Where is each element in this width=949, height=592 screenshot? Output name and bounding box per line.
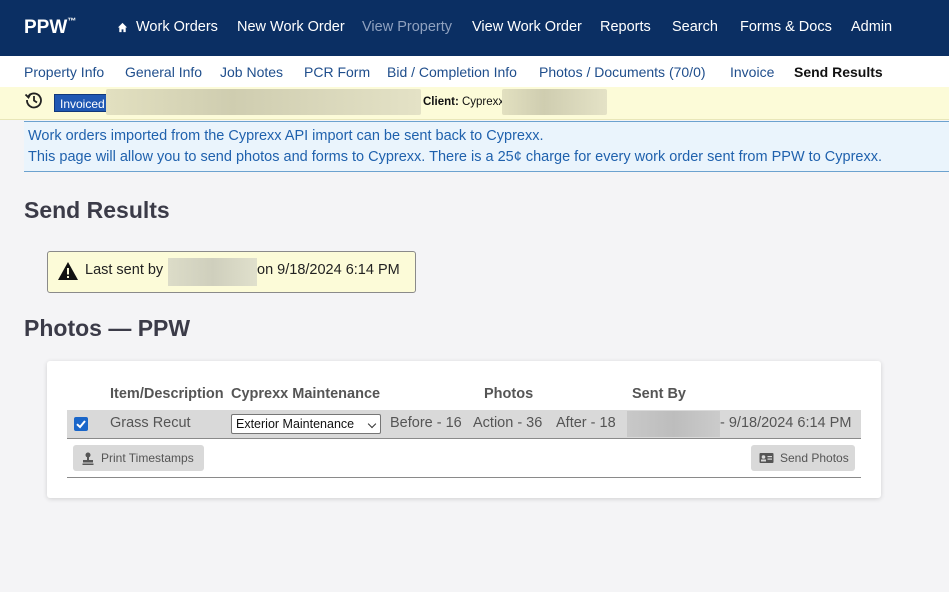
tab-send-results[interactable]: Send Results: [794, 64, 883, 80]
header-photos: Photos: [484, 386, 534, 402]
tab-job-notes[interactable]: Job Notes: [220, 64, 283, 80]
client-label: Client:: [423, 96, 459, 108]
info-line-2: This page will allow you to send photos …: [28, 149, 882, 165]
client-info: Client: Cyprexx: [423, 96, 504, 108]
tab-bid-completion-info[interactable]: Bid / Completion Info: [387, 64, 517, 80]
send-photos-label: Send Photos: [780, 451, 849, 465]
tab-property-info[interactable]: Property Info: [24, 64, 104, 80]
history-icon[interactable]: [24, 90, 44, 110]
tab-invoice[interactable]: Invoice: [730, 64, 774, 80]
header-sent-by: Sent By: [632, 386, 686, 402]
warning-icon: [58, 262, 78, 280]
redacted-sent-by: [627, 411, 720, 437]
brand-name: PPW: [24, 17, 68, 38]
nav-search[interactable]: Search: [672, 19, 718, 35]
photos-before: Before - 16: [390, 415, 462, 431]
tab-pcr-form[interactable]: PCR Form: [304, 64, 370, 80]
client-value: Cyprexx: [461, 96, 505, 108]
maintenance-select[interactable]: Exterior Maintenance: [231, 414, 381, 434]
chevron-down-icon: [367, 419, 377, 429]
row-checkbox[interactable]: [74, 417, 88, 431]
nav-admin[interactable]: Admin: [851, 19, 892, 35]
last-sent-date: on 9/18/2024 6:14 PM: [257, 262, 400, 278]
info-box: Work orders imported from the Cyprexx AP…: [24, 121, 949, 172]
home-icon[interactable]: [117, 22, 128, 33]
nav-forms-docs[interactable]: Forms & Docs: [740, 19, 832, 35]
nav-view-property[interactable]: View Property: [362, 19, 452, 35]
nav-view-work-order[interactable]: View Work Order: [472, 19, 582, 35]
redacted-sender: [168, 258, 257, 286]
nav-work-orders[interactable]: Work Orders: [136, 19, 218, 35]
last-sent-prefix: Last sent by: [85, 262, 164, 278]
photo-send-icon: [759, 453, 774, 463]
tab-general-info[interactable]: General Info: [125, 64, 202, 80]
divider: [67, 438, 861, 439]
photos-after: After - 18: [556, 415, 616, 431]
redacted-address: [106, 89, 421, 115]
nav-new-work-order[interactable]: New Work Order: [237, 19, 345, 35]
divider: [67, 477, 861, 478]
photos-action: Action - 36: [473, 415, 543, 431]
info-line-1: Work orders imported from the Cyprexx AP…: [28, 128, 544, 144]
row-item: Grass Recut: [110, 415, 191, 431]
header-item-description: Item/Description: [110, 386, 224, 402]
print-timestamps-button[interactable]: Print Timestamps: [73, 445, 204, 471]
redacted-client-detail: [502, 89, 607, 115]
tab-photos-documents[interactable]: Photos / Documents (70/0): [539, 64, 706, 80]
sent-date: - 9/18/2024 6:14 PM: [720, 415, 852, 431]
page-title: Send Results: [24, 197, 170, 223]
nav-reports[interactable]: Reports: [600, 19, 651, 35]
status-badge: Invoiced: [54, 94, 111, 112]
maintenance-select-value: Exterior Maintenance: [236, 417, 355, 431]
checkmark-icon: [76, 420, 86, 429]
print-timestamps-label: Print Timestamps: [101, 451, 194, 465]
send-photos-button[interactable]: Send Photos: [751, 445, 855, 471]
header-cyprexx-maintenance: Cyprexx Maintenance: [231, 386, 381, 402]
section-title: Photos — PPW: [24, 315, 191, 341]
stamp-icon: [82, 452, 94, 465]
brand-trademark: ™: [67, 15, 77, 26]
brand-logo[interactable]: PPW™: [24, 15, 77, 39]
